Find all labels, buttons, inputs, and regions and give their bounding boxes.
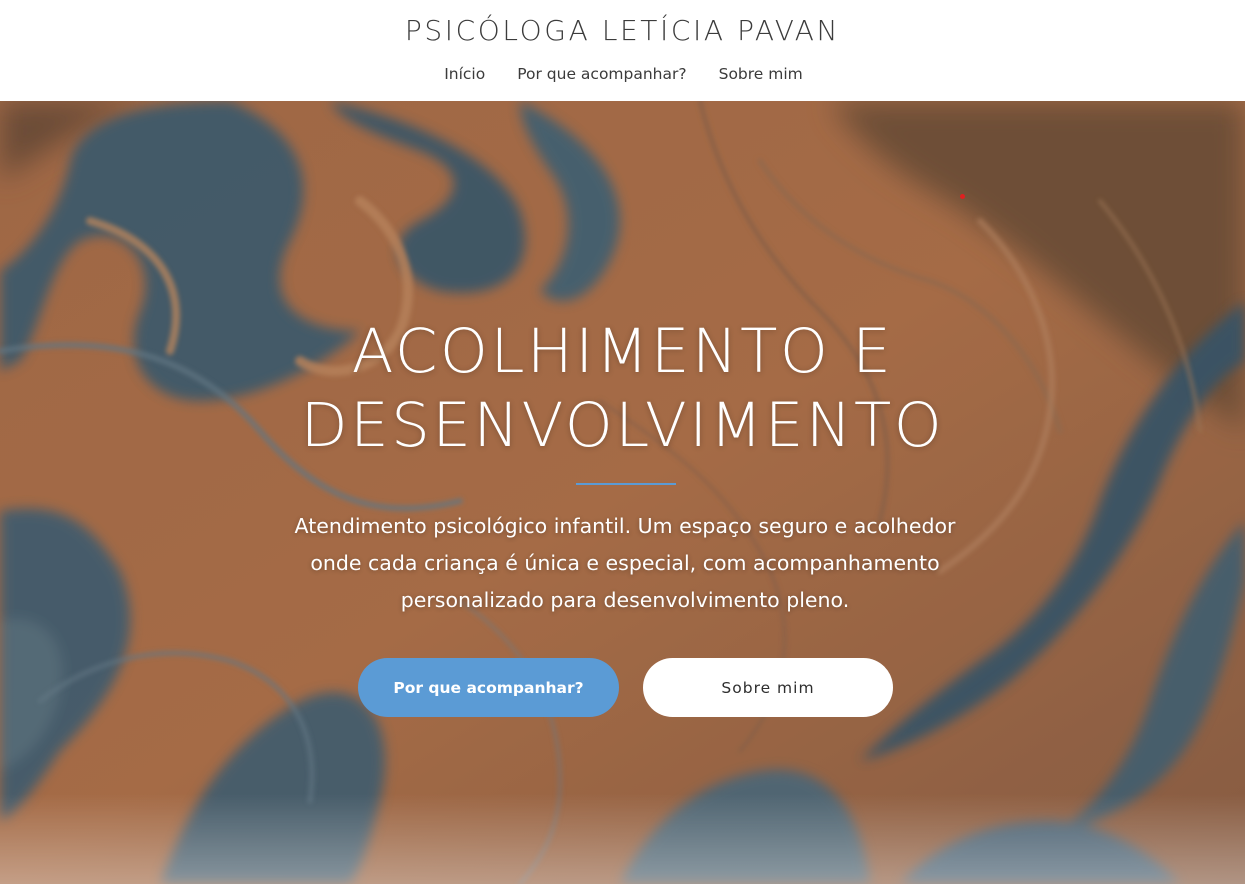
hero-description-line-3: personalizado para desenvolvimento pleno… — [400, 588, 850, 612]
nav-item-inicio[interactable]: Início — [444, 65, 485, 83]
hero-description-line-1: Atendimento psicológico infantil. Um esp… — [294, 514, 956, 538]
hero-overlay — [0, 101, 1245, 884]
nav-item-por-que-acompanhar[interactable]: Por que acompanhar? — [517, 65, 686, 83]
site-header: PSICÓLOGA LETÍCIA PAVAN Início Por que a… — [0, 0, 1245, 101]
hero-divider — [576, 483, 676, 485]
hero-bottom-fade — [0, 794, 1245, 884]
site-title[interactable]: PSICÓLOGA LETÍCIA PAVAN — [0, 14, 1245, 47]
nav-item-sobre-mim[interactable]: Sobre mim — [719, 65, 803, 83]
por-que-acompanhar-button[interactable]: Por que acompanhar? — [358, 658, 619, 717]
hero-heading-line-1: ACOLHIMENTO E — [351, 316, 894, 387]
hero-heading: ACOLHIMENTO E DESENVOLVIMENTO — [0, 315, 1245, 463]
sobre-mim-button[interactable]: Sobre mim — [643, 658, 893, 717]
hero-description: Atendimento psicológico infantil. Um esp… — [270, 508, 980, 619]
hero-heading-line-2: DESENVOLVIMENTO — [300, 390, 945, 461]
hero-section: ACOLHIMENTO E DESENVOLVIMENTO Atendiment… — [0, 101, 1245, 884]
red-dot — [960, 194, 965, 199]
main-navigation: Início Por que acompanhar? Sobre mim — [0, 65, 1245, 83]
hero-description-line-2: onde cada criança é única e especial, co… — [310, 551, 940, 575]
